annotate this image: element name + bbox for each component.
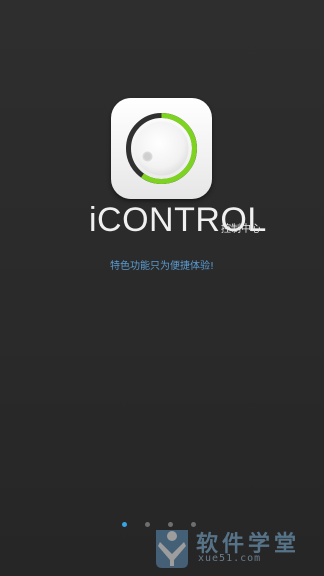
knob-dial-icon — [126, 113, 197, 184]
watermark: 软件学堂 xue51.com — [150, 522, 320, 572]
brand-subtitle: 控制中心 — [221, 224, 261, 235]
tagline: 特色功能只为便捷体验! — [109, 261, 214, 272]
app-icon — [111, 98, 212, 199]
splash-screen: iCONTROL 控制中心 特色功能只为便捷体验! 软件学堂 xue51.com — [0, 0, 324, 576]
watermark-url: xue51.com — [198, 553, 262, 564]
app-title: iCONTROL 控制中心 — [0, 190, 324, 250]
watermark-logo-icon — [156, 530, 188, 568]
page-dot-1[interactable] — [122, 521, 127, 527]
